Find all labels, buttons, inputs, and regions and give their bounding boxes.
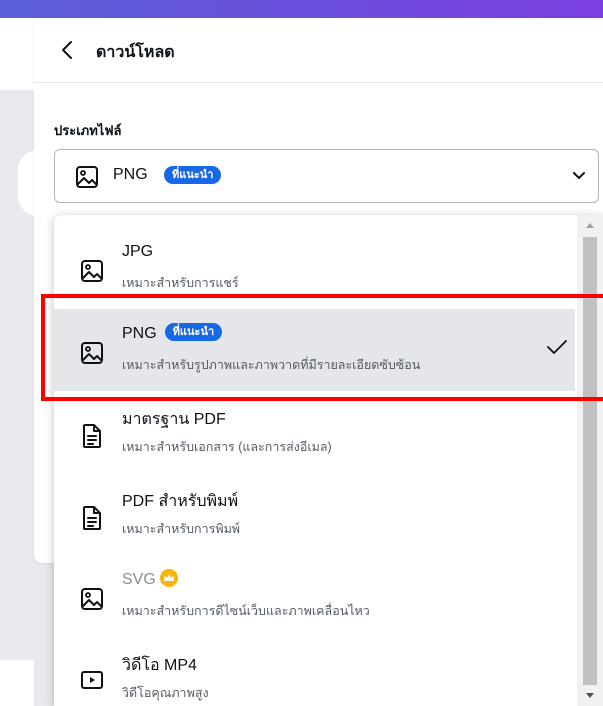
panel-header: ดาวน์โหลด [34,18,603,83]
highlight-box [41,294,603,401]
back-arrow-icon[interactable] [60,40,76,60]
top-bar [0,0,603,18]
recommended-badge: ที่แนะนำ [164,166,222,184]
option-title: SVG [122,569,178,589]
image-icon [76,166,98,188]
option-title: JPG [122,243,154,260]
document-icon [83,506,101,530]
option-pdf-standard[interactable]: มาตรฐาน PDF เหมาะสำหรับเอกสาร (และการส่ง… [54,391,575,473]
option-title: วิดีโอ MP4 [122,657,197,674]
file-type-select[interactable]: PNG ที่แนะนำ [54,149,599,203]
option-subtitle: เหมาะสำหรับการดีไซน์เว็บและภาพเคลื่อนไหว [122,604,370,618]
option-title-text: SVG [122,571,156,589]
option-pdf-print[interactable]: PDF สำหรับพิมพ์ เหมาะสำหรับการพิมพ์ [54,473,575,555]
scroll-up-arrow-icon[interactable] [586,223,594,228]
option-title: PDF สำหรับพิมพ์ [122,493,239,510]
document-icon [83,424,101,448]
file-type-label: ประเภทไฟล์ [54,123,122,138]
option-mp4[interactable]: วิดีโอ MP4 วิดีโอคุณภาพสูง [54,637,575,706]
panel-title: ดาวน์โหลด [96,44,175,61]
selected-file-type: PNG [113,166,148,183]
option-subtitle: เหมาะสำหรับเอกสาร (และการส่งอีเมล) [122,440,332,454]
video-icon [81,671,103,689]
image-icon [81,260,103,282]
scroll-down-arrow-icon[interactable] [586,693,594,698]
crown-icon [159,569,178,587]
image-icon [81,588,103,610]
dropdown-scrollbar[interactable] [577,215,603,706]
option-subtitle: เหมาะสำหรับการพิมพ์ [122,522,241,536]
chevron-down-icon [573,172,585,179]
option-svg[interactable]: SVG เหมาะสำหรับการดีไซน์เว็บและภาพเคลื่อ… [54,555,575,637]
option-title: มาตรฐาน PDF [122,411,226,428]
file-type-dropdown: JPG เหมาะสำหรับการแชร์ PNG ที่แนะนำ เหมาะ… [54,215,603,706]
option-subtitle: เหมาะสำหรับการแชร์ [122,276,239,290]
option-subtitle: วิดีโอคุณภาพสูง [122,686,209,700]
